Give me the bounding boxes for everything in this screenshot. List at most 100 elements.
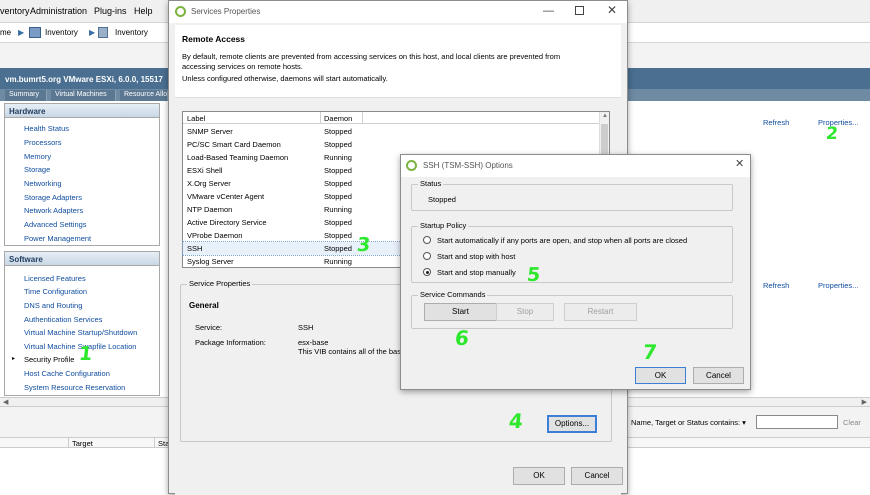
options-button[interactable]: Options... [547, 415, 597, 433]
policy-option-manual[interactable]: Start and stop manually [437, 268, 516, 277]
general-heading: General [189, 301, 219, 310]
service-label: Syslog Server [187, 257, 234, 266]
software-panel: Software Licensed Features Time Configur… [4, 251, 160, 396]
sidebar-item-system-resource-reservation[interactable]: System Resource Reservation [24, 383, 125, 392]
services-list-header: Label Daemon [183, 112, 599, 124]
scroll-left-icon[interactable]: ◀ [3, 398, 8, 406]
sidebar-item-authentication-services[interactable]: Authentication Services [24, 315, 102, 324]
services-cancel-button[interactable]: Cancel [571, 467, 623, 485]
stop-button[interactable]: Stop [496, 303, 554, 321]
col-daemon[interactable]: Daemon [324, 114, 352, 123]
refresh-link-2[interactable]: Refresh [763, 281, 789, 290]
sidebar-item-security-profile[interactable]: Security Profile [24, 355, 74, 364]
policy-option-with-host[interactable]: Start and stop with host [437, 252, 515, 261]
service-field-label: Service: [195, 323, 223, 332]
startup-policy-label: Startup Policy [418, 221, 469, 230]
column-divider [320, 112, 321, 124]
sidebar-item-host-cache-configuration[interactable]: Host Cache Configuration [24, 369, 110, 378]
policy-option-auto[interactable]: Start automatically if any ports are ope… [437, 236, 687, 245]
sidebar-item-memory[interactable]: Memory [24, 152, 51, 161]
service-commands-label: Service Commands [418, 290, 488, 299]
status-group: Status Stopped [411, 179, 733, 211]
status-group-label: Status [418, 179, 444, 188]
nav-inventory-2[interactable]: Inventory [115, 28, 148, 37]
service-properties-label: Service Properties [187, 279, 253, 288]
col-label[interactable]: Label [187, 114, 205, 123]
annotation-step-3: 3 [355, 234, 372, 256]
column-divider [68, 438, 69, 448]
menu-plugins[interactable]: Plug-ins [94, 6, 127, 16]
inventory-icon [29, 27, 41, 38]
ssh-cancel-button[interactable]: Cancel [693, 367, 744, 384]
ssh-options-dialog: SSH (TSM-SSH) Options ✕ Status Stopped S… [400, 154, 751, 390]
status-value: Stopped [428, 195, 456, 204]
filter-input[interactable] [756, 415, 838, 429]
startup-policy-group: Startup Policy Start automatically if an… [411, 221, 733, 283]
annotation-step-7: 7 [641, 340, 659, 364]
sidebar-item-storage-adapters[interactable]: Storage Adapters [24, 193, 82, 202]
service-daemon: Stopped [324, 231, 352, 240]
ssh-ok-button[interactable]: OK [635, 367, 686, 384]
package-info-value-2: This VIB contains all of the bas [298, 347, 401, 356]
menu-help[interactable]: Help [134, 6, 153, 16]
service-daemon: Running [324, 257, 352, 266]
nav-inventory-1[interactable]: Inventory [45, 28, 78, 37]
minimize-icon[interactable]: — [543, 5, 554, 17]
services-ok-button[interactable]: OK [513, 467, 565, 485]
policy-radio-manual[interactable] [423, 268, 431, 276]
services-dialog-titlebar: Services Properties — ✕ [169, 1, 627, 23]
scroll-right-icon[interactable]: ▶ [862, 398, 867, 406]
scroll-up-icon[interactable]: ▲ [602, 113, 608, 119]
sidebar-item-advanced-settings[interactable]: Advanced Settings [24, 220, 87, 229]
annotation-step-2: 2 [824, 124, 839, 144]
sidebar-item-health-status[interactable]: Health Status [24, 124, 69, 133]
sidebar-item-time-configuration[interactable]: Time Configuration [24, 287, 87, 296]
nav-home[interactable]: me [0, 28, 11, 37]
policy-radio-auto[interactable] [423, 236, 431, 244]
maximize-icon[interactable] [575, 6, 584, 15]
start-button[interactable]: Start [424, 303, 497, 321]
service-daemon: Stopped [324, 244, 352, 253]
refresh-link-1[interactable]: Refresh [763, 118, 789, 127]
properties-link-2[interactable]: Properties... [818, 281, 858, 290]
inventory-icon [98, 27, 108, 38]
service-label: Load-Based Teaming Daemon [187, 153, 289, 162]
menu-administration[interactable]: Administration [30, 6, 87, 16]
scroll-thumb[interactable] [601, 124, 608, 154]
policy-radio-with-host[interactable] [423, 252, 431, 260]
service-label: PC/SC Smart Card Daemon [187, 140, 281, 149]
service-label: X.Org Server [187, 179, 231, 188]
service-daemon: Stopped [324, 140, 352, 149]
service-field-value: SSH [298, 323, 314, 332]
ssh-dialog-titlebar: SSH (TSM-SSH) Options ✕ [401, 155, 750, 177]
restart-button[interactable]: Restart [564, 303, 637, 321]
sidebar-item-vm-startup-shutdown[interactable]: Virtual Machine Startup/Shutdown [24, 328, 137, 337]
service-label: NTP Daemon [187, 205, 233, 214]
vsphere-icon [406, 160, 417, 171]
close-icon[interactable]: ✕ [735, 157, 744, 170]
tab-resource-allocation[interactable]: Resource Allo [120, 90, 168, 101]
sidebar-item-processors[interactable]: Processors [24, 138, 62, 147]
close-icon[interactable]: ✕ [607, 3, 617, 17]
software-title: Software [5, 252, 159, 266]
clear-button[interactable]: Clear [843, 418, 861, 427]
menu-inventory[interactable]: ventory [0, 6, 30, 16]
sidebar-item-networking[interactable]: Networking [24, 179, 62, 188]
filter-label[interactable]: Name, Target or Status contains: ▾ [631, 418, 746, 427]
col-target[interactable]: Target [72, 439, 93, 448]
tab-virtual-machines[interactable]: Virtual Machines [51, 90, 116, 101]
sidebar-item-licensed-features[interactable]: Licensed Features [24, 274, 86, 283]
service-row[interactable]: SNMP Server Stopped [183, 125, 609, 138]
service-label: SNMP Server [187, 127, 233, 136]
sidebar-item-dns-routing[interactable]: DNS and Routing [24, 301, 82, 310]
sidebar-item-storage[interactable]: Storage [24, 165, 50, 174]
service-label: Active Directory Service [187, 218, 267, 227]
sidebar-item-power-management[interactable]: Power Management [24, 234, 91, 243]
service-label: VMware vCenter Agent [187, 192, 265, 201]
sidebar-item-network-adapters[interactable]: Network Adapters [24, 206, 83, 215]
hardware-panel: Hardware Health Status Processors Memory… [4, 103, 160, 246]
tab-summary[interactable]: Summary [5, 90, 47, 101]
column-divider [154, 438, 155, 448]
service-row[interactable]: PC/SC Smart Card Daemon Stopped [183, 138, 609, 151]
service-label: ESXi Shell [187, 166, 223, 175]
